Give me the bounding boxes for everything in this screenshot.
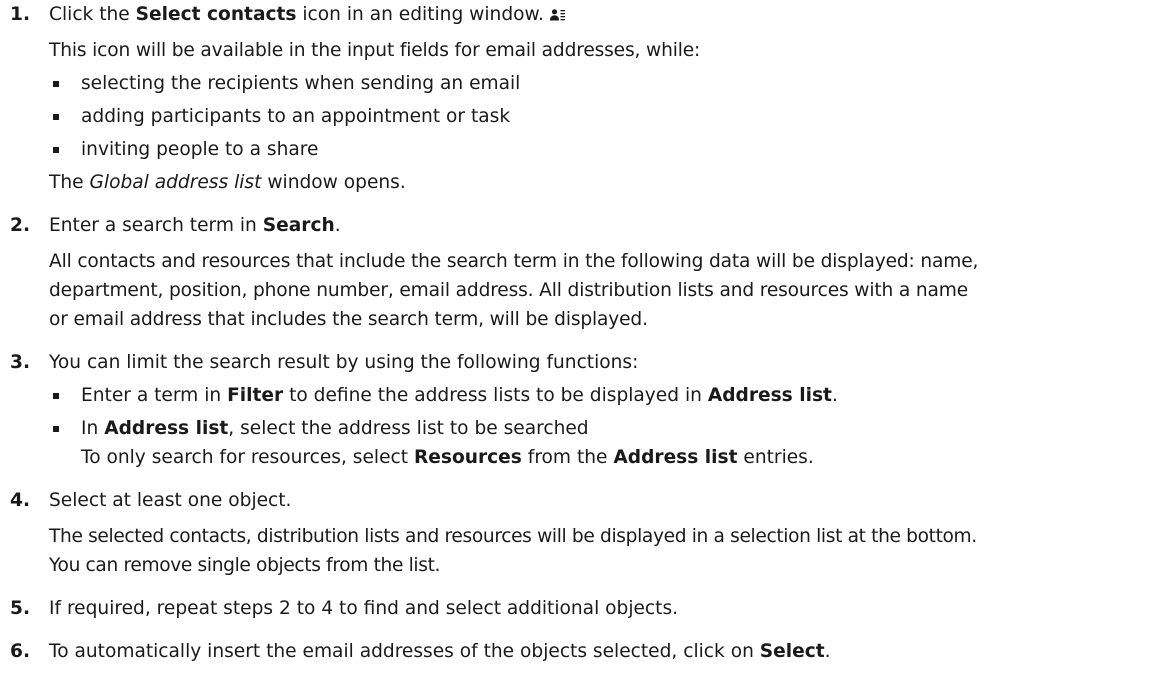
step-5: 5. If required, repeat steps 2 to 4 to f… xyxy=(0,594,1157,623)
step-instruction: To automatically insert the email addres… xyxy=(49,641,831,662)
list-item: selecting the recipients when sending an… xyxy=(49,69,1157,98)
step-6: 6. To automatically insert the email add… xyxy=(0,637,1157,666)
step-instruction: Click the Select contacts icon in an edi… xyxy=(49,0,1157,31)
list-item: inviting people to a share xyxy=(49,135,1157,164)
step-number: 5. xyxy=(10,598,31,619)
step-1: 1. Click the Select contacts icon in an … xyxy=(0,0,1157,197)
step-note: The selected contacts, distribution list… xyxy=(49,526,977,576)
step-result: The Global address list window opens. xyxy=(49,172,406,193)
ui-term: Select contacts xyxy=(135,4,297,25)
list-item: In Address list, select the address list… xyxy=(49,414,1157,472)
step-number: 4. xyxy=(10,490,31,511)
step-number: 3. xyxy=(10,352,31,373)
ui-term: Search xyxy=(262,215,335,236)
step-3: 3. You can limit the search result by us… xyxy=(0,348,1157,472)
bullet-list: Enter a term in Filter to define the add… xyxy=(49,381,1157,472)
instructions-document: 1. Click the Select contacts icon in an … xyxy=(0,0,1157,680)
step-note: All contacts and resources that include … xyxy=(49,251,979,330)
bullet-list: selecting the recipients when sending an… xyxy=(49,69,1157,164)
ui-term: Select xyxy=(759,641,825,662)
step-number: 2. xyxy=(10,215,31,236)
step-2: 2. Enter a search term in Search. All co… xyxy=(0,211,1157,334)
step-number: 1. xyxy=(10,4,31,25)
step-instruction: Enter a search term in Search. xyxy=(49,215,341,236)
step-instruction: If required, repeat steps 2 to 4 to find… xyxy=(49,598,679,619)
step-4: 4. Select at least one object. The selec… xyxy=(0,486,1157,580)
list-item: adding participants to an appointment or… xyxy=(49,102,1157,131)
step-instruction: Select at least one object. xyxy=(49,490,292,511)
window-name: Global address list xyxy=(89,172,262,193)
step-instruction: You can limit the search result by using… xyxy=(49,352,639,373)
select-contacts-icon xyxy=(549,2,566,31)
list-item: Enter a term in Filter to define the add… xyxy=(49,381,1157,410)
step-note: This icon will be available in the input… xyxy=(49,40,701,61)
step-number: 6. xyxy=(10,641,31,662)
